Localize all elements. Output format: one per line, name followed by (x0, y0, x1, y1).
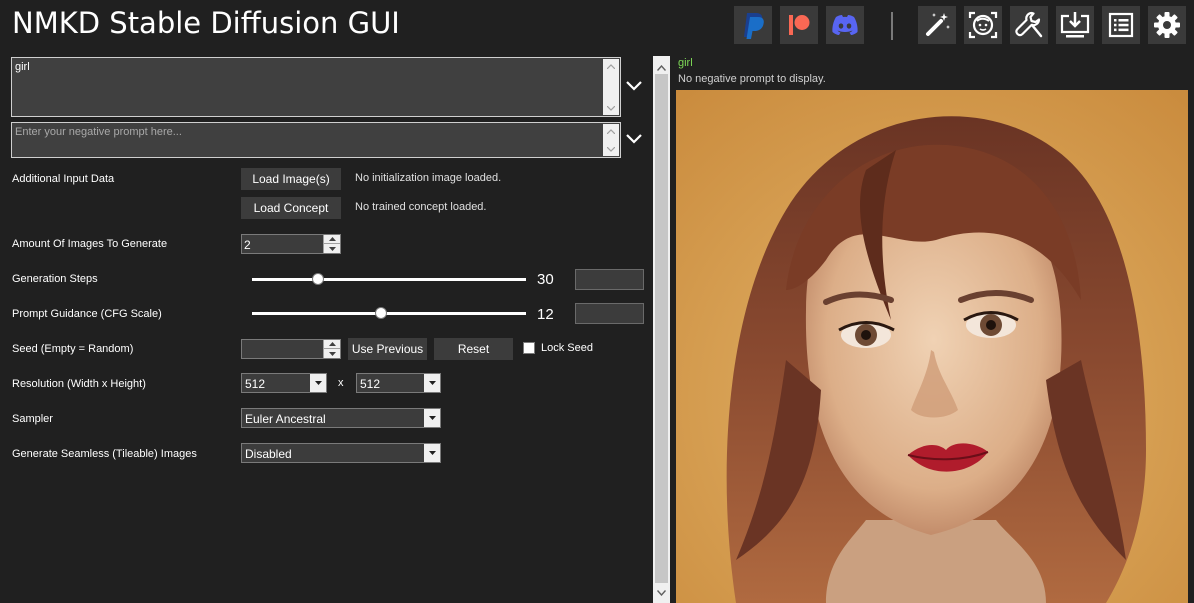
tools-button[interactable] (1010, 6, 1048, 44)
sampler-select[interactable]: Euler Ancestral (241, 408, 441, 428)
face-icon (968, 11, 998, 39)
download-monitor-icon (1060, 12, 1090, 38)
resolution-separator: x (338, 377, 344, 389)
cfg-input[interactable] (575, 303, 644, 324)
seamless-label: Generate Seamless (Tileable) Images (12, 448, 197, 460)
discord-button[interactable] (826, 6, 864, 44)
dropdown-arrow-icon[interactable] (424, 374, 440, 392)
cfg-slider-thumb[interactable] (374, 307, 387, 319)
discord-icon (832, 15, 858, 35)
negative-prompt-expand-chevron-icon[interactable] (626, 133, 642, 147)
lock-seed-label: Lock Seed (541, 342, 593, 354)
width-select[interactable]: 512 (241, 373, 327, 393)
app-title: NMKD Stable Diffusion GUI (12, 6, 400, 40)
stepper-up-icon[interactable] (324, 340, 340, 349)
height-select[interactable]: 512 (356, 373, 441, 393)
scroll-up-arrow-icon[interactable] (603, 124, 619, 138)
prompt-text: girl (15, 61, 30, 73)
seed-label: Seed (Empty = Random) (12, 343, 134, 355)
generated-image[interactable] (676, 90, 1188, 603)
magic-wand-icon (926, 13, 950, 36)
patreon-icon (789, 15, 810, 35)
negative-prompt-placeholder: Enter your negative prompt here... (15, 126, 182, 138)
prompt-scrollbar[interactable] (603, 59, 619, 115)
dropdown-arrow-icon[interactable] (310, 374, 326, 392)
paypal-icon (744, 13, 764, 39)
patreon-button[interactable] (780, 6, 818, 44)
amount-stepper[interactable]: 2 (241, 234, 341, 254)
settings-button[interactable] (1148, 6, 1186, 44)
prompt-expand-chevron-icon[interactable] (626, 80, 642, 94)
scrollbar-thumb[interactable] (655, 74, 668, 583)
stepper-down-icon[interactable] (324, 349, 340, 358)
face-restoration-button[interactable] (964, 6, 1002, 44)
scroll-down-arrow-icon[interactable] (656, 585, 667, 599)
negative-prompt-scrollbar[interactable] (603, 124, 619, 156)
scroll-up-arrow-icon[interactable] (656, 60, 667, 74)
list-icon (1108, 12, 1134, 38)
height-value: 512 (360, 377, 381, 391)
cfg-slider-track[interactable] (252, 312, 526, 315)
logs-button[interactable] (1102, 6, 1140, 44)
width-value: 512 (245, 377, 266, 391)
post-processing-button[interactable] (918, 6, 956, 44)
steps-value: 30 (537, 271, 554, 288)
seed-stepper[interactable] (241, 339, 341, 359)
scroll-up-arrow-icon[interactable] (603, 59, 619, 73)
prompt-input[interactable]: girl (11, 57, 621, 117)
gear-icon (1154, 12, 1180, 38)
reset-seed-button[interactable]: Reset (434, 338, 513, 360)
negative-prompt-input[interactable]: Enter your negative prompt here... (11, 122, 621, 158)
sampler-label: Sampler (12, 413, 53, 425)
resolution-label: Resolution (Width x Height) (12, 378, 146, 390)
cfg-label: Prompt Guidance (CFG Scale) (12, 308, 162, 320)
settings-panel-scrollbar[interactable] (653, 56, 670, 603)
preview-negative-info: No negative prompt to display. (678, 73, 826, 85)
wrench-icon (1015, 11, 1043, 38)
lock-seed-checkbox[interactable] (523, 342, 535, 354)
dropdown-arrow-icon[interactable] (424, 444, 440, 462)
steps-input[interactable] (575, 269, 644, 290)
amount-value: 2 (244, 238, 251, 252)
load-images-button[interactable]: Load Image(s) (241, 168, 341, 190)
scroll-down-arrow-icon[interactable] (603, 101, 619, 115)
additional-input-label: Additional Input Data (12, 173, 115, 185)
paypal-button[interactable] (734, 6, 772, 44)
seamless-select[interactable]: Disabled (241, 443, 441, 463)
install-button[interactable] (1056, 6, 1094, 44)
steps-slider-track[interactable] (252, 278, 526, 281)
steps-label: Generation Steps (12, 273, 98, 285)
toolbar-separator (891, 12, 893, 40)
load-concept-button[interactable]: Load Concept (241, 197, 341, 219)
use-previous-seed-button[interactable]: Use Previous (348, 338, 427, 360)
sampler-value: Euler Ancestral (245, 412, 326, 426)
steps-slider-thumb[interactable] (311, 273, 324, 285)
concept-status: No trained concept loaded. (355, 201, 487, 213)
init-image-status: No initialization image loaded. (355, 172, 502, 184)
stepper-up-icon[interactable] (324, 235, 340, 244)
scroll-down-arrow-icon[interactable] (603, 142, 619, 156)
preview-prompt: girl (678, 57, 693, 69)
dropdown-arrow-icon[interactable] (424, 409, 440, 427)
amount-label: Amount Of Images To Generate (12, 238, 168, 250)
seamless-value: Disabled (245, 447, 292, 461)
cfg-value: 12 (537, 306, 554, 323)
stepper-down-icon[interactable] (324, 244, 340, 253)
